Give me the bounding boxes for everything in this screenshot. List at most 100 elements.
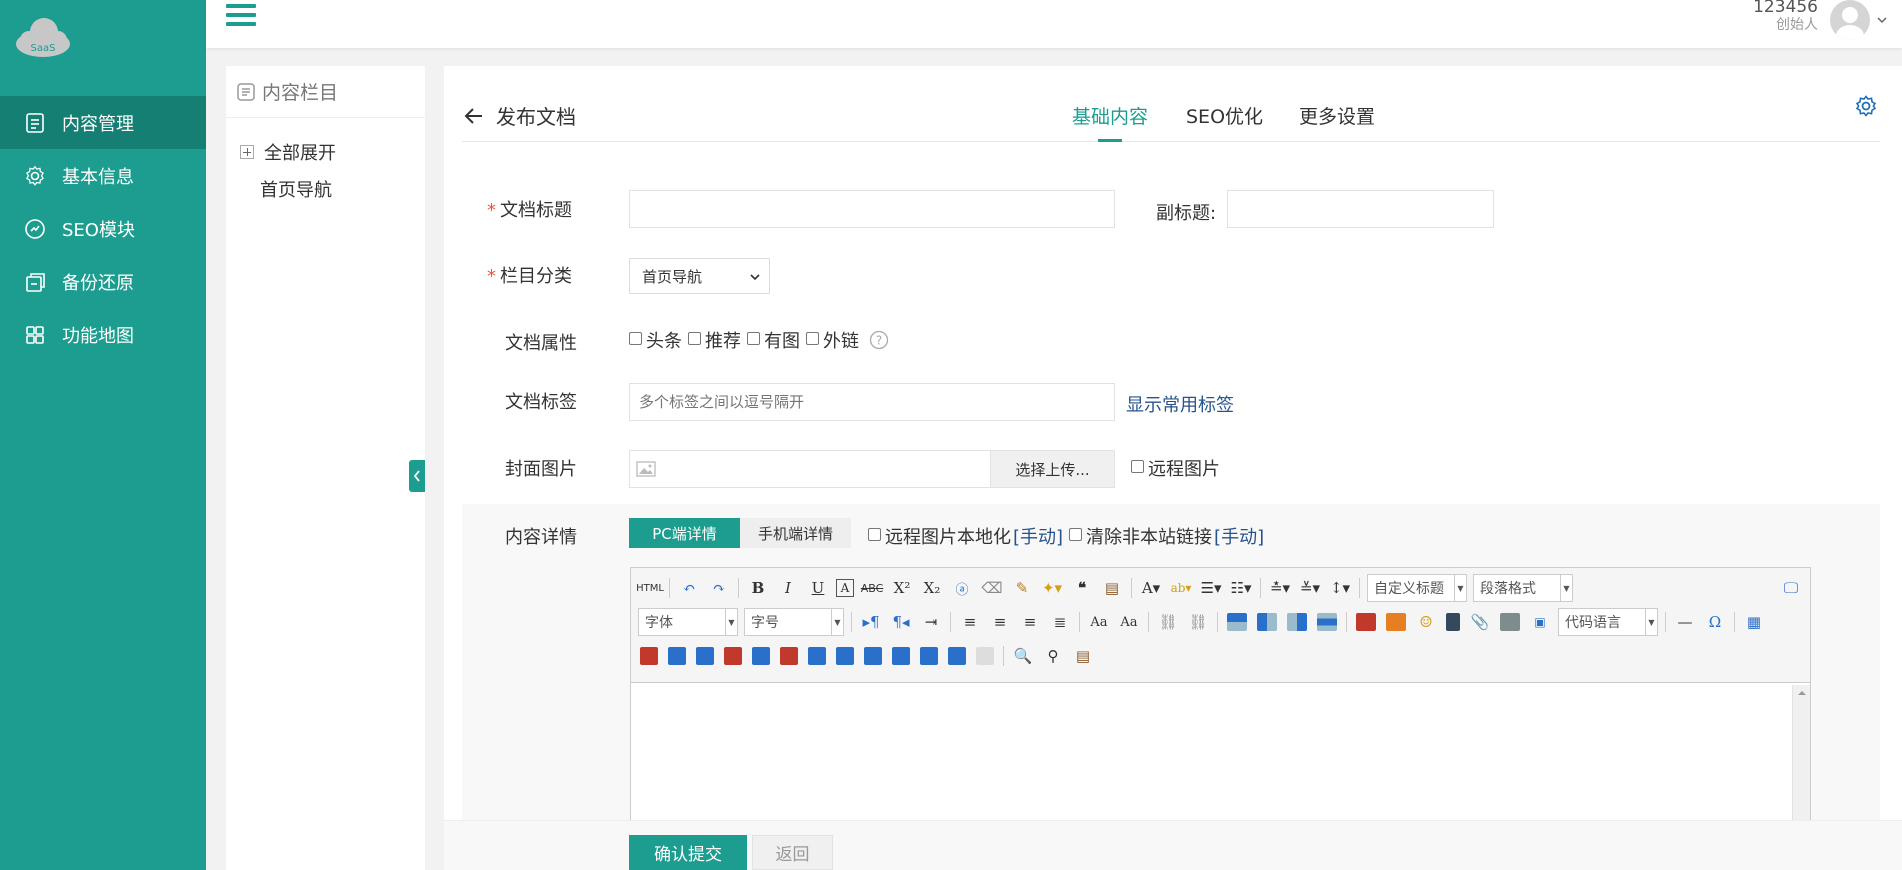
underline-icon[interactable]: U — [806, 576, 830, 600]
attr-has-image-checkbox[interactable]: 有图 — [747, 327, 800, 353]
mobile-detail-tab[interactable]: 手机端详情 — [740, 518, 851, 548]
show-common-tags-link[interactable]: 显示常用标签 — [1126, 391, 1234, 417]
auto-typeset-icon[interactable]: ✦▾ — [1040, 576, 1064, 600]
delete-table-icon[interactable] — [640, 647, 658, 665]
cover-upload-field[interactable]: 选择上传... — [629, 450, 1115, 488]
sidebar-item-basic-info[interactable]: 基本信息 — [0, 149, 206, 202]
align-right-icon[interactable]: ≡ — [1018, 610, 1042, 634]
attr-recommend-checkbox[interactable]: 推荐 — [688, 327, 741, 353]
font-color-icon[interactable]: A▾ — [1139, 576, 1163, 600]
lowercase-icon[interactable]: Aa — [1117, 610, 1141, 634]
tab-seo[interactable]: SEO优化 — [1186, 102, 1263, 129]
iframe-icon[interactable]: ▣ — [1528, 610, 1552, 634]
indent-icon[interactable]: ⇥ — [919, 610, 943, 634]
blockquote-icon[interactable]: ❝ — [1070, 576, 1094, 600]
italic-icon[interactable]: I — [776, 576, 800, 600]
collapse-panel-button[interactable] — [409, 460, 425, 492]
back-button[interactable]: 发布文档 — [462, 101, 576, 130]
link-icon[interactable]: ⛓ — [1156, 610, 1180, 634]
unordered-list-icon[interactable]: ☷▾ — [1229, 576, 1253, 600]
image-center-icon[interactable] — [1317, 613, 1337, 631]
merge-right-icon[interactable] — [836, 647, 854, 665]
user-menu[interactable]: 123456 创始人 — [1753, 0, 1888, 40]
remote-image-checkbox[interactable]: 远程图片 — [1131, 455, 1220, 481]
font-border-icon[interactable]: A — [836, 579, 854, 597]
highlight-color-icon[interactable]: ab▾ — [1169, 576, 1193, 600]
subscript-icon[interactable]: X₂ — [920, 576, 944, 600]
manual-clear-link[interactable]: [手动] — [1214, 523, 1264, 549]
attr-external-link-checkbox[interactable]: 外链 — [806, 327, 859, 353]
insert-table-icon[interactable]: ▦ — [1742, 610, 1766, 634]
line-height-icon[interactable]: ↕▾ — [1328, 576, 1352, 600]
submit-button[interactable]: 确认提交 — [629, 835, 747, 870]
unlink-icon[interactable]: ⛓ — [1186, 610, 1210, 634]
category-select[interactable]: 首页导航 — [629, 258, 770, 294]
emoticon-icon[interactable]: ☺ — [1414, 610, 1438, 634]
rtl-icon[interactable]: ¶◂ — [889, 610, 913, 634]
image-float-none-icon[interactable] — [1227, 613, 1247, 631]
map-icon[interactable] — [1500, 613, 1520, 631]
attr-headline-checkbox[interactable]: 头条 — [629, 327, 682, 353]
sidebar-item-seo[interactable]: SEO模块 — [0, 202, 206, 255]
ltr-icon[interactable]: ▸¶ — [859, 610, 883, 634]
clear-external-links-checkbox[interactable]: 清除非本站链接 — [1069, 523, 1212, 549]
uppercase-icon[interactable]: Aa — [1087, 610, 1111, 634]
strikethrough-icon[interactable]: ABC — [860, 576, 884, 600]
delete-row-icon[interactable] — [724, 647, 742, 665]
font-size-select[interactable]: 字号 ▼ — [744, 608, 844, 636]
insert-column-icon[interactable] — [752, 647, 770, 665]
insert-image-icon[interactable] — [1356, 613, 1376, 631]
settings-gear-icon[interactable] — [1854, 94, 1878, 118]
image-float-right-icon[interactable] — [1287, 613, 1307, 631]
tree-item-home-nav[interactable]: 首页导航 — [240, 177, 425, 201]
eraser-icon[interactable]: ⌫ — [980, 576, 1004, 600]
upload-button[interactable]: 选择上传... — [990, 451, 1114, 487]
sidebar-item-content[interactable]: 内容管理 — [0, 96, 206, 149]
format-match-icon[interactable]: ⓐ — [950, 576, 974, 600]
ordered-list-icon[interactable]: ☰▾ — [1199, 576, 1223, 600]
code-language-select[interactable]: 代码语言 ▼ — [1558, 608, 1658, 636]
localize-remote-images-checkbox[interactable]: 远程图片本地化 — [868, 523, 1011, 549]
brush-icon[interactable]: ✎ — [1010, 576, 1034, 600]
custom-title-select[interactable]: 自定义标题 ▼ — [1367, 574, 1467, 602]
help-icon[interactable]: ? — [869, 330, 889, 350]
avatar[interactable] — [1830, 0, 1870, 40]
paste-plain-icon[interactable]: ▤ — [1100, 576, 1124, 600]
split-rows-icon[interactable] — [920, 647, 938, 665]
horizontal-rule-icon[interactable]: — — [1673, 610, 1697, 634]
hamburger-menu-icon[interactable] — [226, 4, 256, 30]
tab-basic-content[interactable]: 基础内容 — [1072, 102, 1148, 129]
insert-row-icon[interactable] — [696, 647, 714, 665]
undo-icon[interactable]: ↶ — [677, 576, 701, 600]
font-family-select[interactable]: 字体 ▼ — [638, 608, 738, 636]
merge-cells-icon[interactable] — [808, 647, 826, 665]
expand-all-toggle[interactable]: 全部展开 — [240, 140, 425, 164]
tab-more-settings[interactable]: 更多设置 — [1299, 102, 1375, 129]
chevron-down-icon[interactable] — [1876, 14, 1888, 26]
attachment-icon[interactable]: 📎 — [1468, 610, 1492, 634]
subtitle-input[interactable] — [1227, 190, 1494, 228]
bold-icon[interactable]: B — [746, 576, 770, 600]
saas-logo[interactable]: SaaS — [14, 14, 72, 58]
video-icon[interactable] — [1446, 613, 1460, 631]
redo-icon[interactable]: ↷ — [707, 576, 731, 600]
merge-down-icon[interactable] — [864, 647, 882, 665]
sidebar-item-function-map[interactable]: 功能地图 — [0, 308, 206, 361]
paragraph-spacing-top-icon[interactable]: ≛▾ — [1268, 576, 1292, 600]
paragraph-format-select[interactable]: 段落格式 ▼ — [1473, 574, 1573, 602]
align-center-icon[interactable]: ≡ — [988, 610, 1012, 634]
find-replace-icon[interactable]: ⚲ — [1041, 644, 1065, 668]
delete-column-icon[interactable] — [780, 647, 798, 665]
image-float-left-icon[interactable] — [1257, 613, 1277, 631]
insert-paragraph-before-table-icon[interactable] — [668, 647, 686, 665]
paragraph-spacing-bottom-icon[interactable]: ≚▾ — [1298, 576, 1322, 600]
manual-localize-link[interactable]: [手动] — [1013, 523, 1063, 549]
doc-title-input[interactable] — [629, 190, 1115, 228]
superscript-icon[interactable]: X² — [890, 576, 914, 600]
multi-image-icon[interactable] — [1386, 613, 1406, 631]
special-char-icon[interactable]: Ω — [1703, 610, 1727, 634]
html-source-button[interactable]: HTML — [636, 576, 664, 600]
align-justify-icon[interactable]: ≣ — [1048, 610, 1072, 634]
split-columns-icon[interactable] — [948, 647, 966, 665]
fullscreen-icon[interactable]: 🖵 — [1779, 576, 1803, 600]
